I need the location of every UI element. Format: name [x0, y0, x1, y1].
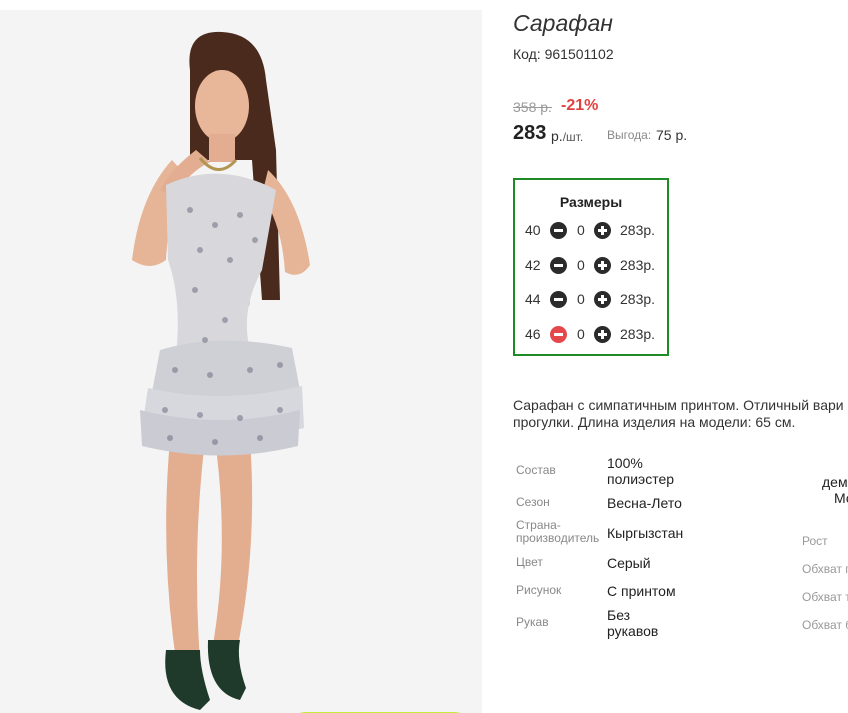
attr-label-sleeve: Рукав — [516, 615, 549, 629]
discount-badge: -21% — [561, 97, 599, 114]
decrement-icon[interactable] — [550, 222, 567, 239]
size-label: 40 — [525, 222, 541, 238]
size-row: 46 0 283р. — [515, 323, 667, 345]
size-price: 283р. — [620, 222, 656, 238]
size-price: 283р. — [620, 326, 656, 342]
decrement-icon[interactable] — [550, 257, 567, 274]
quantity-value: 0 — [577, 222, 585, 238]
product-title: Сарафан — [513, 10, 613, 36]
attr-value-line: Без — [607, 607, 631, 623]
size-label: 44 — [525, 291, 541, 307]
model-hips-label: Обхват б — [802, 618, 848, 632]
attr-value-color: Серый — [607, 555, 651, 571]
model-params-heading-partial: дем — [822, 474, 848, 490]
model-height-label: Рост — [802, 534, 828, 548]
size-row: 42 0 283р. — [515, 254, 667, 276]
increment-icon[interactable] — [594, 291, 611, 308]
model-illustration — [132, 31, 310, 710]
quantity-value: 0 — [577, 257, 585, 273]
attr-value-country: Кыргызстан — [607, 525, 684, 541]
product-code-value: 961501102 — [544, 46, 614, 62]
benefit-value: 75 р. — [656, 127, 688, 143]
quantity-value: 0 — [577, 326, 585, 342]
quantity-value: 0 — [577, 291, 585, 307]
attr-label-line: производитель — [516, 531, 600, 545]
size-price: 283р. — [620, 291, 656, 307]
product-description: Сарафан с симпатичным принтом. Отличный … — [513, 397, 848, 431]
increment-icon[interactable] — [594, 222, 611, 239]
description-line: Сарафан с симпатичным принтом. Отличный … — [513, 397, 844, 413]
model-chest-label: Обхват г — [802, 562, 848, 576]
decrement-icon[interactable] — [550, 326, 567, 343]
attr-label-country: Страна- производитель — [516, 519, 599, 545]
decrement-icon[interactable] — [550, 291, 567, 308]
increment-icon[interactable] — [594, 257, 611, 274]
attr-value-season: Весна-Лето — [607, 495, 682, 511]
old-price: 358 р. — [513, 99, 552, 115]
attr-value-sleeve: Без рукавов — [607, 607, 658, 639]
attr-label-season: Сезон — [516, 495, 550, 509]
product-code: Код: 961501102 — [513, 46, 614, 62]
attr-label-composition: Состав — [516, 463, 556, 477]
benefit-label: Выгода: — [607, 128, 652, 142]
model-params-heading-partial: Мо — [834, 490, 848, 506]
attr-value-line: 100% — [607, 455, 643, 471]
sizes-box: Размеры 40 0 283р. 42 0 283р. 44 0 283р.… — [513, 178, 669, 356]
size-label: 42 — [525, 257, 541, 273]
model-waist-label: Обхват т — [802, 590, 848, 604]
price-unit: р./шт. — [551, 128, 583, 144]
per-unit-label: /шт. — [562, 130, 584, 144]
size-row: 44 0 283р. — [515, 288, 667, 310]
increment-icon[interactable] — [594, 326, 611, 343]
attr-value-line: полиэстер — [607, 471, 675, 487]
product-code-label: Код: — [513, 46, 541, 62]
attr-label-pattern: Рисунок — [516, 583, 562, 597]
attr-value-composition: 100% полиэстер — [607, 455, 674, 487]
attr-label-color: Цвет — [516, 555, 543, 569]
currency-label: р. — [551, 128, 563, 144]
product-photo[interactable] — [0, 10, 482, 713]
size-row: 40 0 283р. — [515, 219, 667, 241]
attr-value-pattern: С принтом — [607, 583, 676, 599]
sizes-title: Размеры — [559, 194, 623, 210]
attr-value-line: рукавов — [607, 623, 659, 639]
size-price: 283р. — [620, 257, 656, 273]
size-label: 46 — [525, 326, 541, 342]
description-line: прогулки. Длина изделия на модели: 65 см… — [513, 414, 796, 430]
current-price: 283 — [513, 122, 547, 144]
